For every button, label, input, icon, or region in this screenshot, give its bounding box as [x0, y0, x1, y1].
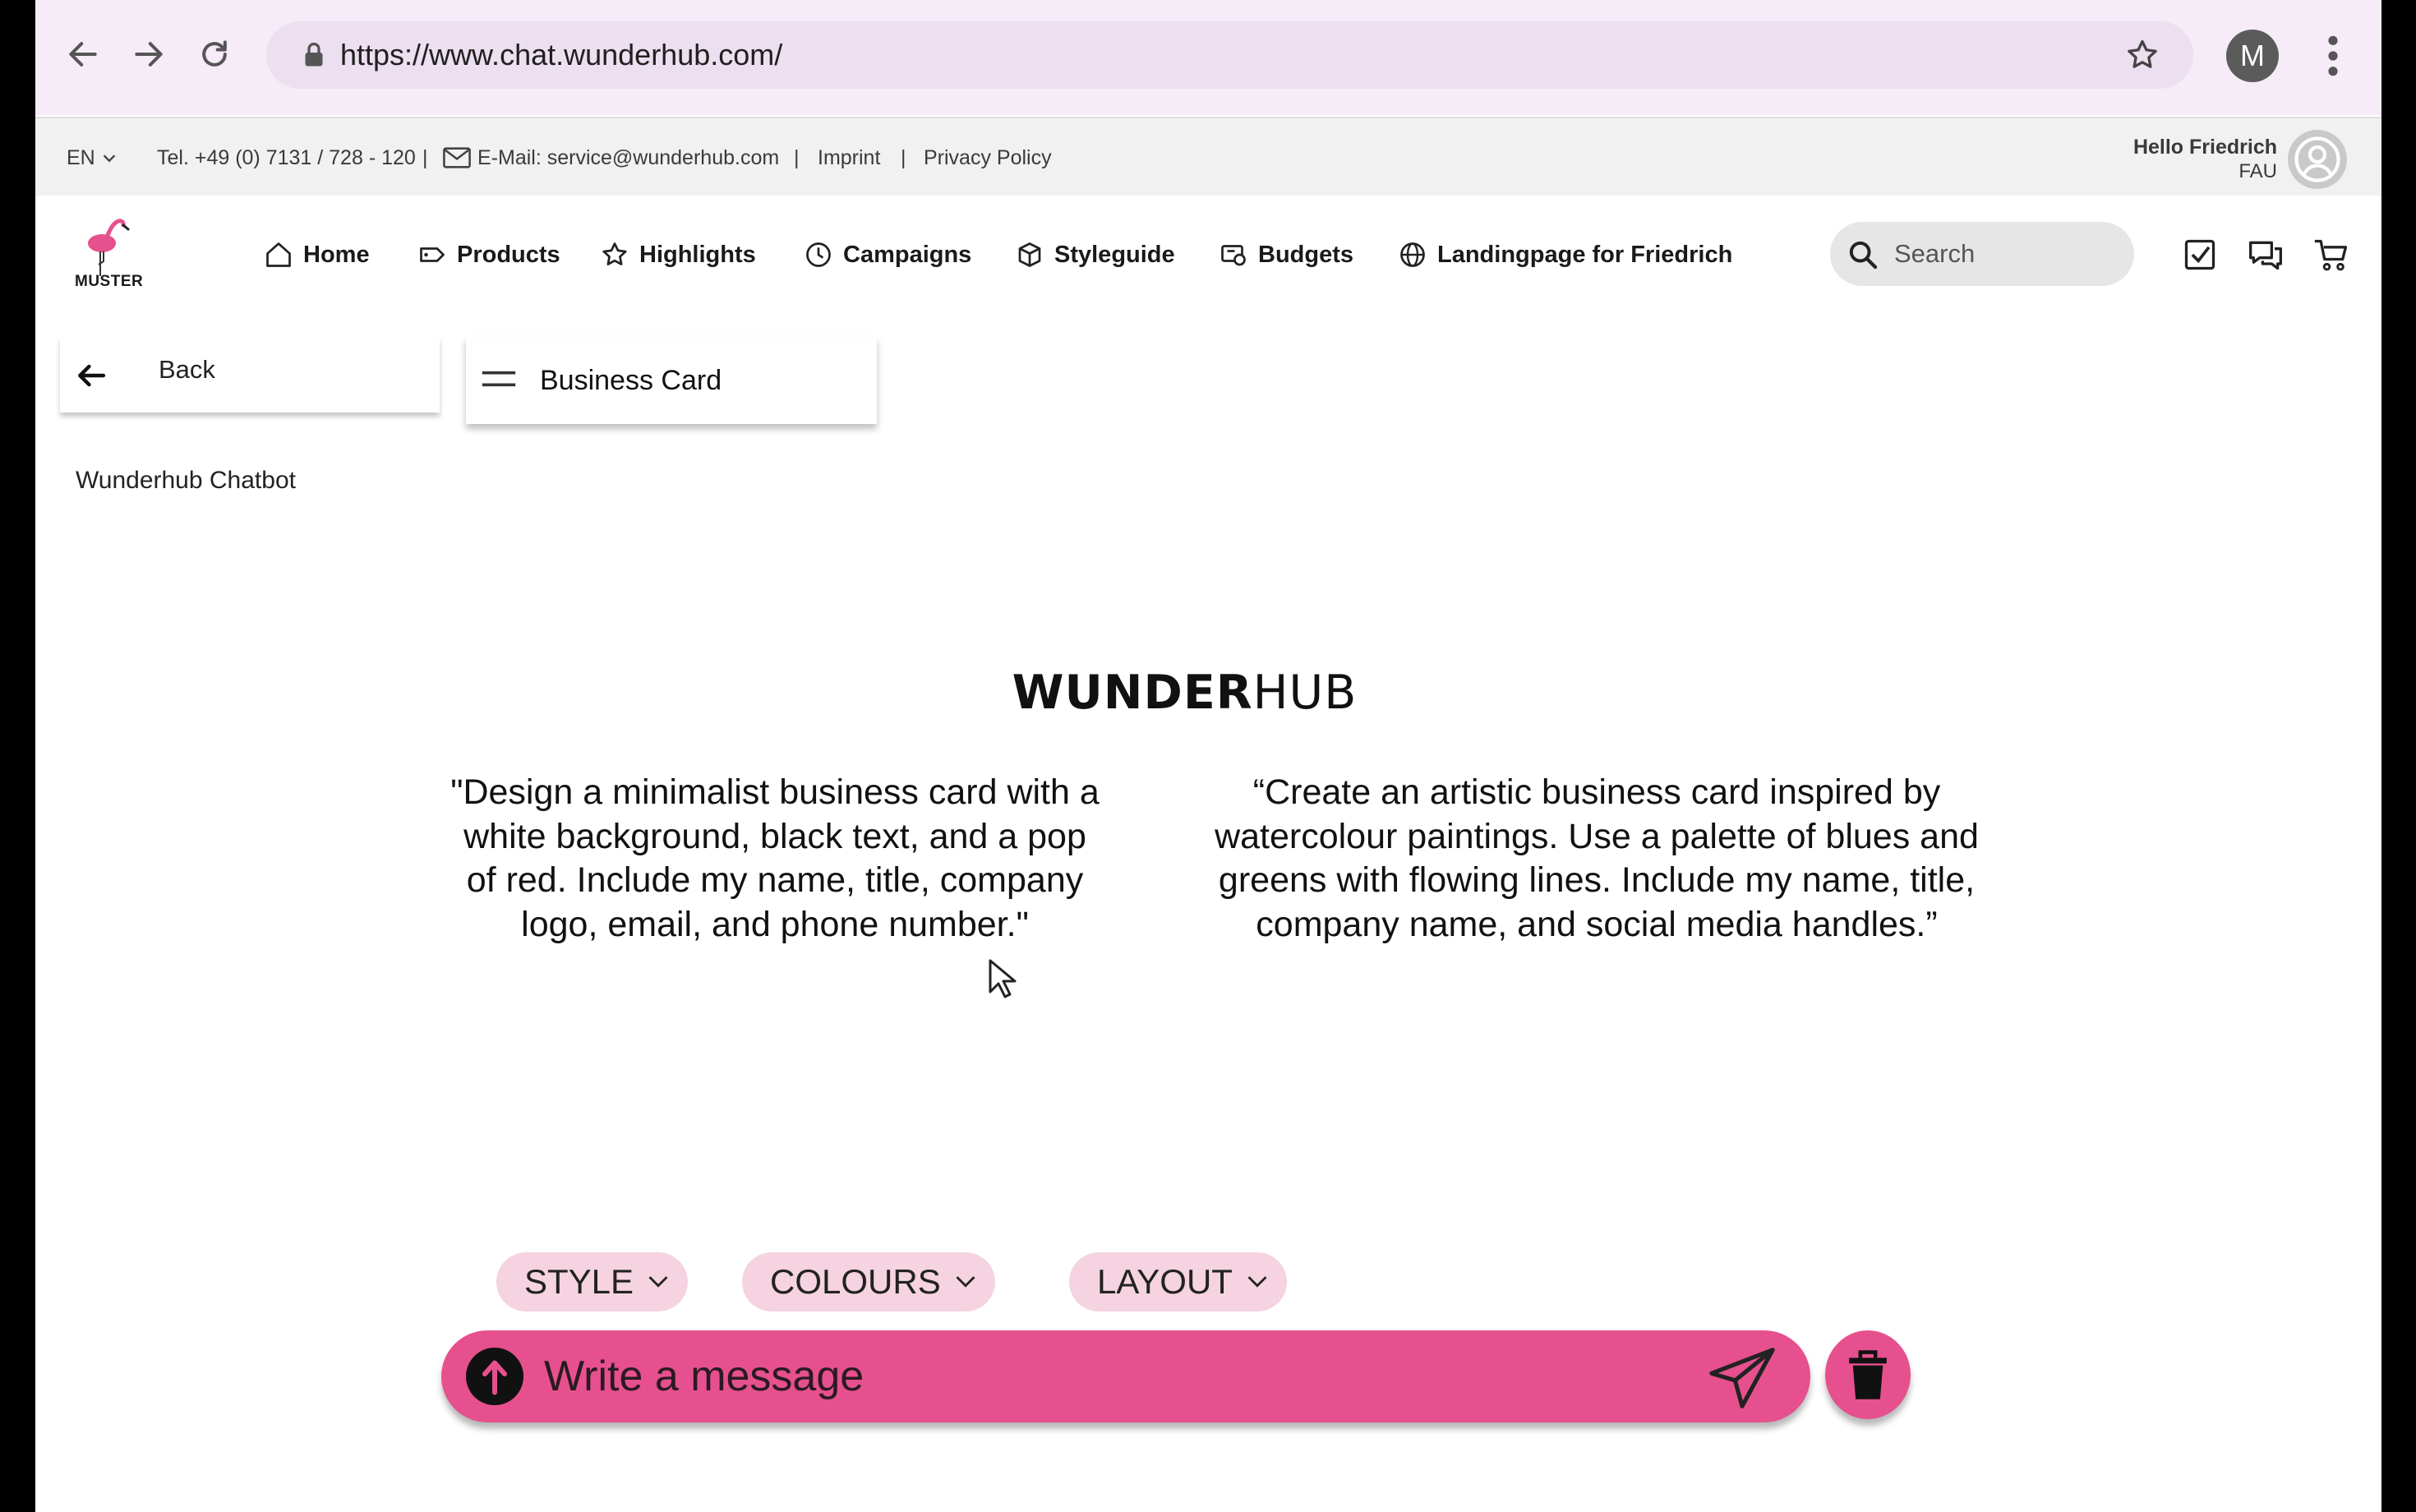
mouse-pointer-icon — [989, 959, 1017, 998]
nav-products-label: Products — [457, 241, 560, 268]
bookmark-star-icon[interactable] — [2124, 37, 2160, 73]
address-bar[interactable]: https://www.chat.wunderhub.com/ — [266, 21, 2193, 89]
style-label: STYLE — [524, 1262, 634, 1301]
back-label: Back — [159, 355, 215, 384]
nav-styleguide[interactable]: Styleguide — [1015, 238, 1175, 271]
phone-number: Tel. +49 (0) 7131 / 728 - 120 — [157, 146, 416, 169]
arrow-left-icon — [69, 42, 97, 67]
budget-icon — [1221, 245, 1246, 266]
reload-icon — [202, 40, 227, 67]
browser-toolbar: https://www.chat.wunderhub.com/ M — [35, 0, 2381, 115]
browser-profile-avatar[interactable]: M — [2226, 30, 2279, 82]
more-vert-icon[interactable] — [2325, 33, 2341, 79]
nav-campaigns-label: Campaigns — [843, 241, 972, 268]
cube-icon — [1018, 242, 1041, 267]
chevron-down-icon — [956, 1276, 975, 1288]
separator: | — [794, 146, 800, 169]
separator: | — [901, 146, 906, 169]
language-label: EN — [67, 146, 95, 169]
top-info-bar: EN Tel. +49 (0) 7131 / 728 - 120 | E-Mai… — [35, 117, 2381, 196]
topic-selector[interactable]: Business Card — [466, 337, 877, 424]
colours-dropdown[interactable]: COLOURS — [742, 1252, 995, 1311]
chatbot-title: Wunderhub Chatbot — [76, 467, 296, 494]
colours-label: COLOURS — [770, 1262, 941, 1301]
send-icon[interactable] — [1707, 1345, 1777, 1411]
privacy-policy-link[interactable]: Privacy Policy — [924, 118, 1052, 197]
browser-reload-button[interactable] — [191, 31, 237, 77]
brand-light: HUB — [1252, 666, 1358, 720]
search-box[interactable] — [1830, 222, 2134, 286]
message-composer — [441, 1330, 1810, 1422]
browser-back-button[interactable] — [60, 31, 106, 77]
trash-icon — [1849, 1350, 1887, 1399]
cart-icon[interactable] — [2313, 237, 2349, 273]
brand-bold: WUNDER — [1012, 666, 1253, 720]
separator: | — [422, 146, 428, 169]
nav-budgets-label: Budgets — [1258, 241, 1353, 268]
imprint-link[interactable]: Imprint — [818, 118, 880, 197]
nav-home-label: Home — [303, 241, 370, 268]
arrow-right-icon — [135, 42, 163, 67]
email-link[interactable]: E-Mail: service@wunderhub.com — [477, 118, 779, 197]
main-navigation: MUSTER Home Products Highlights Campaign… — [35, 197, 2381, 312]
nav-budgets[interactable]: Budgets — [1219, 238, 1353, 271]
nav-landingpage-label: Landingpage for Friedrich — [1437, 241, 1733, 268]
layout-label: LAYOUT — [1097, 1262, 1233, 1301]
chevron-down-icon — [1247, 1276, 1267, 1288]
message-input[interactable] — [544, 1330, 1653, 1422]
style-dropdown[interactable]: STYLE — [496, 1252, 689, 1311]
star-icon — [602, 242, 627, 265]
language-selector[interactable]: EN — [67, 118, 118, 197]
browser-window: https://www.chat.wunderhub.com/ M EN Tel… — [35, 0, 2381, 1512]
nav-styleguide-label: Styleguide — [1054, 241, 1175, 268]
tag-icon — [420, 247, 445, 262]
lock-icon — [305, 42, 323, 67]
search-input[interactable] — [1894, 222, 2116, 286]
greeting-text: Hello Friedrich — [2132, 136, 2277, 159]
mail-icon — [443, 147, 471, 168]
chevron-down-icon — [103, 154, 115, 163]
user-greeting: Hello Friedrich FAU — [2133, 135, 2277, 184]
arrow-up-icon — [482, 1360, 507, 1395]
chat-icon[interactable] — [2248, 237, 2284, 273]
user-account-icon[interactable] — [2288, 130, 2347, 189]
clear-chat-button[interactable] — [1825, 1330, 1911, 1419]
prompt-suggestion[interactable]: "Design a minimalist business card with … — [446, 771, 1104, 947]
nav-highlights-label: Highlights — [639, 241, 756, 268]
search-icon — [1849, 241, 1878, 270]
nav-landingpage[interactable]: Landingpage for Friedrich — [1398, 238, 1732, 271]
layout-dropdown[interactable]: LAYOUT — [1069, 1252, 1287, 1311]
chevron-down-icon — [648, 1276, 668, 1288]
clock-icon — [806, 242, 831, 267]
browser-forward-button[interactable] — [126, 31, 172, 77]
back-button[interactable]: Back — [60, 337, 440, 413]
topic-label: Business Card — [540, 365, 722, 396]
logo-text: MUSTER — [75, 273, 144, 290]
nav-campaigns[interactable]: Campaigns — [804, 238, 971, 271]
nav-highlights[interactable]: Highlights — [600, 238, 756, 271]
nav-products[interactable]: Products — [417, 238, 560, 271]
organization-text: FAU — [2238, 160, 2277, 182]
prompt-suggestion[interactable]: “Create an artistic business card inspir… — [1206, 771, 1987, 947]
nav-home[interactable]: Home — [264, 238, 370, 271]
home-icon — [266, 242, 291, 267]
arrow-left-icon — [78, 364, 106, 387]
globe-icon — [1400, 242, 1425, 267]
brand-wordmark: WUNDERHUB — [35, 666, 2381, 720]
upload-button[interactable] — [466, 1348, 523, 1405]
menu-icon — [482, 371, 516, 387]
url-text: https://www.chat.wunderhub.com/ — [340, 38, 783, 71]
checklist-icon[interactable] — [2182, 237, 2218, 273]
